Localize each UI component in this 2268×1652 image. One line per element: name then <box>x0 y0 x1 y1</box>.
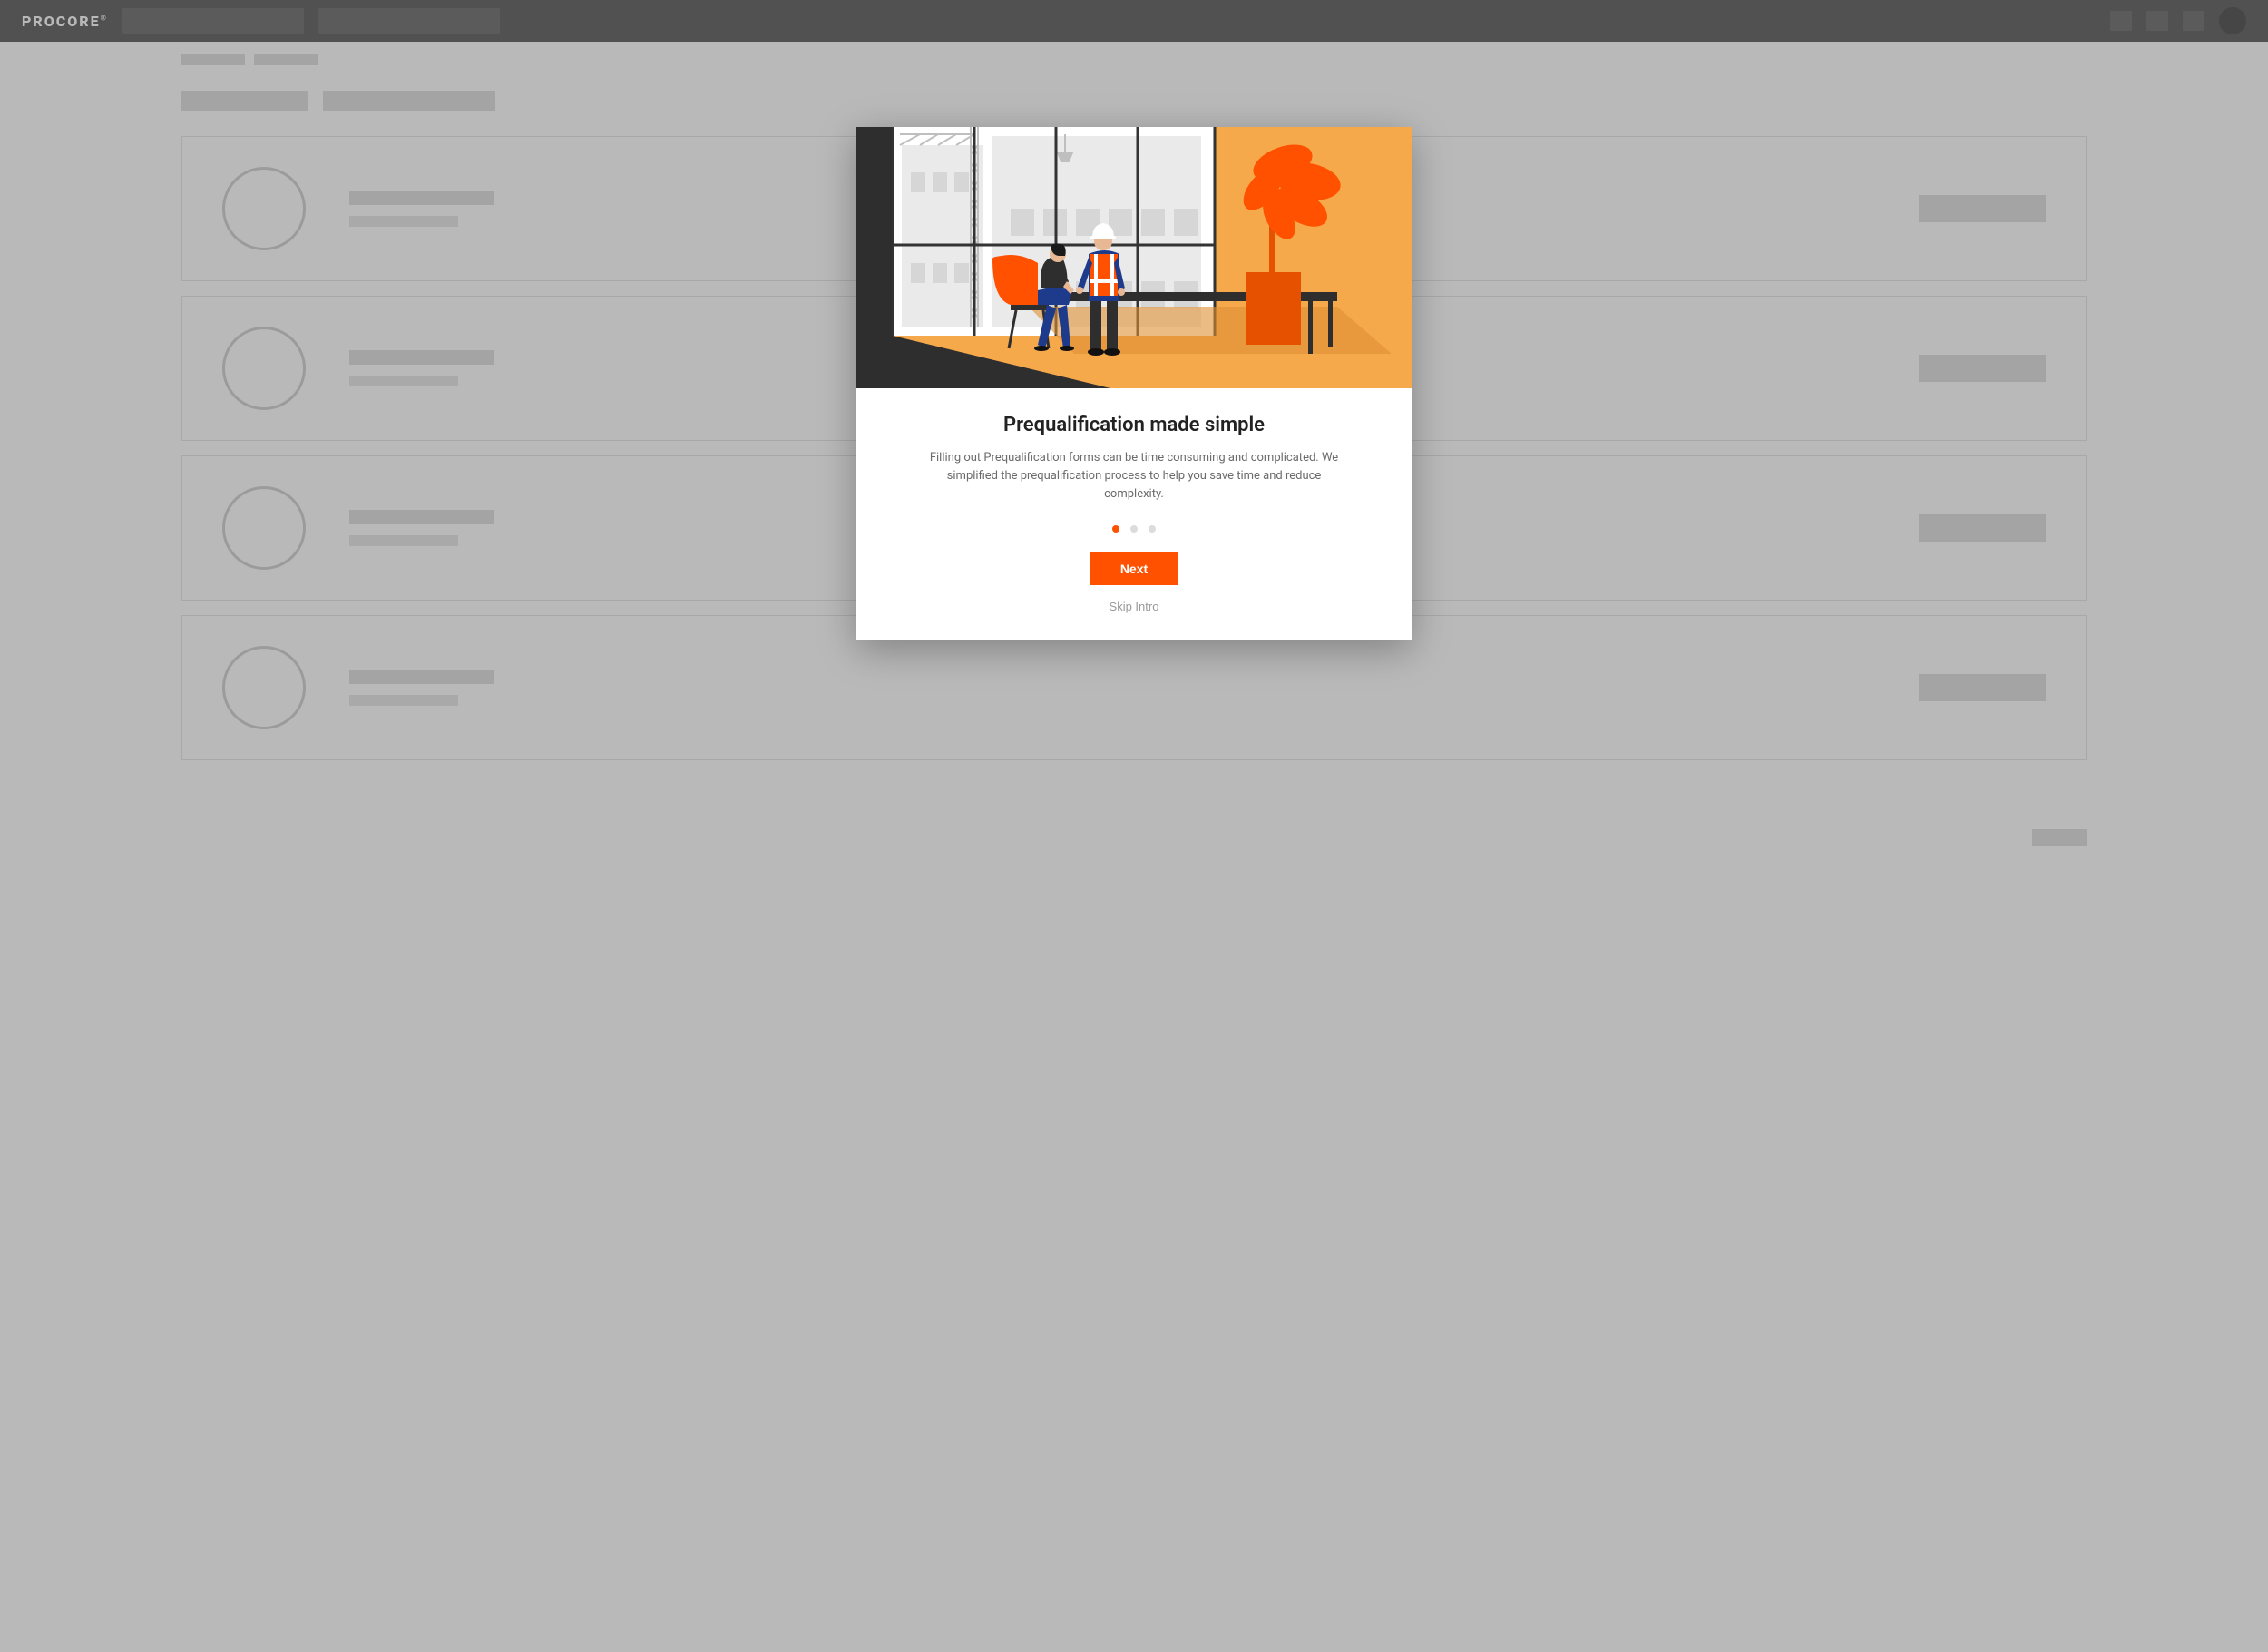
step-indicator <box>900 525 1368 533</box>
modal-hero-illustration <box>856 127 1412 388</box>
modal-body: Prequalification made simple Filling out… <box>856 388 1412 640</box>
skip-intro-button[interactable]: Skip Intro <box>900 600 1368 613</box>
step-dot[interactable] <box>1149 525 1156 533</box>
modal-overlay: Prequalification made simple Filling out… <box>0 0 2268 1652</box>
intro-modal: Prequalification made simple Filling out… <box>856 127 1412 640</box>
modal-description: Filling out Prequalification forms can b… <box>921 449 1347 503</box>
next-button[interactable]: Next <box>1090 552 1178 585</box>
step-dot[interactable] <box>1112 525 1119 533</box>
modal-title: Prequalification made simple <box>900 414 1368 436</box>
step-dot[interactable] <box>1130 525 1138 533</box>
